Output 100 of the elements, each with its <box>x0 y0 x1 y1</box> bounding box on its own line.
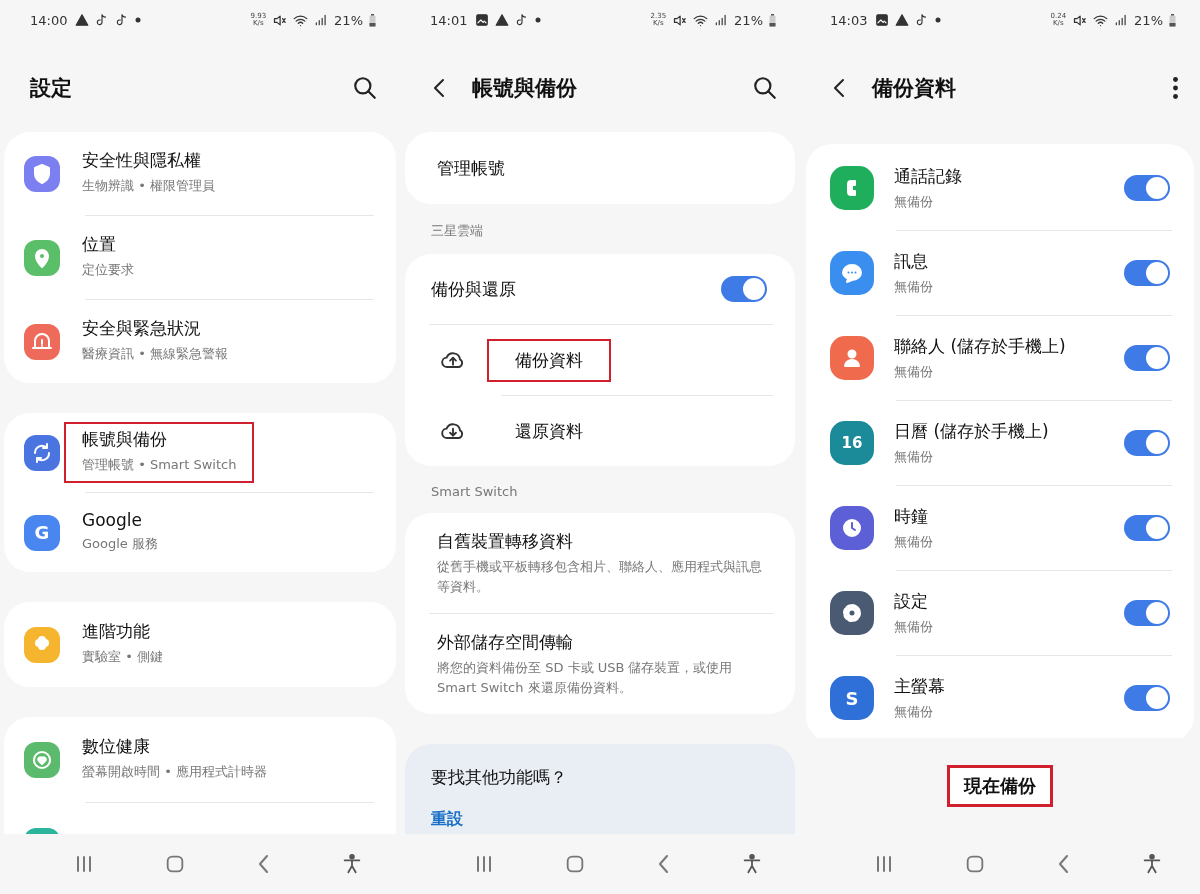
calendar-date: 16 <box>841 434 863 452</box>
recent-apps-icon <box>76 856 91 872</box>
item-status: 無備份 <box>894 617 934 636</box>
settings-item[interactable]: G Google Google 服務 <box>4 493 396 572</box>
battery-percent: 21% <box>334 12 363 28</box>
toggle-switch[interactable] <box>1124 260 1170 286</box>
screen-title: 帳號與備份 <box>472 75 578 102</box>
item-title: 日曆 (儲存於手機上) <box>894 419 1050 443</box>
item-title: 自舊裝置轉移資料 <box>437 530 574 553</box>
search-button[interactable] <box>752 75 778 101</box>
app-row[interactable]: 時鐘 無備份 <box>806 486 1194 570</box>
item-status: 無備份 <box>894 447 934 466</box>
item-description: 從舊手機或平板轉移包含相片、聯絡人、應用程式與訊息等資料。 <box>437 558 763 596</box>
settings-item[interactable]: 帳號與備份 管理帳號 • Smart Switch <box>4 413 396 492</box>
item-status: 無備份 <box>894 192 934 211</box>
recent-apps-button[interactable] <box>876 856 891 872</box>
toggle-switch[interactable] <box>1124 430 1170 456</box>
recent-apps-button[interactable] <box>476 856 491 872</box>
item-title: 時鐘 <box>894 504 929 528</box>
item-subtitle: 生物辨識 • 權限管理員 <box>82 177 215 196</box>
item-title: 聯絡人 (儲存於手機上) <box>894 334 1067 358</box>
home-screen-letter: S <box>845 687 859 709</box>
settings-item[interactable]: 備份與還原 <box>405 254 795 324</box>
status-time: 14:03 <box>830 12 868 28</box>
settings-item[interactable]: 位置 定位要求 <box>4 216 396 299</box>
app-row[interactable]: 聯絡人 (儲存於手機上) 無備份 <box>806 316 1194 400</box>
signal-icon <box>714 13 729 27</box>
battery-icon <box>1169 13 1176 27</box>
item-subtitle: 醫療資訊 • 無線緊急警報 <box>82 345 228 364</box>
item-title: 管理帳號 <box>437 156 506 180</box>
dot-icon <box>535 17 542 23</box>
app-row[interactable]: S 主螢幕 無備份 <box>806 656 1194 738</box>
dot-icon <box>135 17 142 23</box>
settings-item[interactable]: 數位健康 螢幕開啟時間 • 應用程式計時器 <box>4 717 396 802</box>
item-status: 無備份 <box>894 702 934 721</box>
settings-item[interactable]: 備份資料 <box>405 325 795 395</box>
image-icon <box>875 13 890 27</box>
more-options-button[interactable] <box>1173 77 1178 99</box>
signal-icon <box>1114 13 1129 27</box>
warning-icon <box>895 13 910 27</box>
chat-bubble-icon <box>840 261 864 285</box>
item-title: 通話記錄 <box>894 164 963 188</box>
item-subtitle: 管理帳號 • Smart Switch <box>82 456 237 475</box>
settings-item[interactable]: 進階功能 實驗室 • 側鍵 <box>4 602 396 687</box>
item-title: 備份資料 <box>487 338 611 382</box>
item-title: 位置 <box>82 233 117 257</box>
image-icon <box>475 13 490 27</box>
item-title: Google <box>82 509 143 530</box>
google-letter: G <box>34 522 50 543</box>
toggle-switch[interactable] <box>1124 685 1170 711</box>
toggle-switch[interactable] <box>721 276 767 302</box>
section-label: 三星雲端 <box>430 222 484 240</box>
battery-icon <box>369 13 376 27</box>
item-subtitle: Google 服務 <box>82 534 158 553</box>
toggle-switch[interactable] <box>1124 515 1170 541</box>
back-icon <box>1059 855 1069 873</box>
settings-item[interactable]: 安全性與隱私權 生物辨識 • 權限管理員 <box>4 132 396 215</box>
search-icon <box>352 75 378 101</box>
battery-percent: 21% <box>734 12 763 28</box>
settings-item[interactable]: 還原資料 <box>405 396 795 466</box>
recent-apps-icon <box>476 856 491 872</box>
settings-item[interactable]: 自舊裝置轉移資料 從舊手機或平板轉移包含相片、聯絡人、應用程式與訊息等資料。 <box>405 513 795 613</box>
toggle-switch[interactable] <box>1124 345 1170 371</box>
item-title: 帳號與備份 <box>82 428 168 452</box>
recent-apps-icon <box>876 856 891 872</box>
clock-icon <box>840 516 864 540</box>
item-description: 將您的資料備份至 SD 卡或 USB 儲存裝置，或使用 Smart Switch 來還原備份資料。 <box>437 659 734 697</box>
settings-item[interactable]: 外部儲存空間傳輸 將您的資料備份至 SD 卡或 USB 儲存裝置，或使用 Smart Switch 來還原備份資料。 <box>405 614 795 714</box>
dot-icon <box>935 17 942 23</box>
reset-link[interactable]: 重設 <box>431 809 769 830</box>
screen-title: 設定 <box>30 75 73 102</box>
back-icon <box>659 855 669 873</box>
app-row[interactable]: 設定 無備份 <box>806 571 1194 655</box>
recent-apps-button[interactable] <box>76 856 91 872</box>
item-title: 安全與緊急狀況 <box>82 317 202 341</box>
item-subtitle: 定位要求 <box>82 261 134 280</box>
warning-icon <box>75 13 90 27</box>
settings-item[interactable]: 管理帳號 <box>405 132 795 204</box>
item-status: 無備份 <box>894 532 934 551</box>
battery-percent: 21% <box>1134 12 1163 28</box>
toggle-switch[interactable] <box>1124 600 1170 626</box>
battery-icon <box>769 13 776 27</box>
more-options-icon <box>1173 77 1178 99</box>
app-row[interactable]: 訊息 無備份 <box>806 231 1194 315</box>
item-subtitle: 螢幕開啟時間 • 應用程式計時器 <box>82 763 267 782</box>
toggle-switch[interactable] <box>1124 175 1170 201</box>
section-label: Smart Switch <box>430 484 519 499</box>
app-row[interactable]: 通話記錄 無備份 <box>806 146 1194 230</box>
search-button[interactable] <box>352 75 378 101</box>
item-title: 進階功能 <box>82 620 151 644</box>
item-title: 設定 <box>894 589 929 613</box>
item-subtitle: 實驗室 • 側鍵 <box>82 648 163 667</box>
app-row[interactable]: 16 日曆 (儲存於手機上) 無備份 <box>806 401 1194 485</box>
item-status: 無備份 <box>894 362 934 381</box>
status-time: 14:00 <box>30 12 68 28</box>
item-status: 無備份 <box>894 277 934 296</box>
suggestion-title: 要找其他功能嗎？ <box>431 766 568 789</box>
settings-item[interactable]: 安全與緊急狀況 醫療資訊 • 無線緊急警報 <box>4 300 396 383</box>
back-icon <box>259 855 269 873</box>
backup-now-button[interactable]: 現在備份 <box>947 765 1053 807</box>
